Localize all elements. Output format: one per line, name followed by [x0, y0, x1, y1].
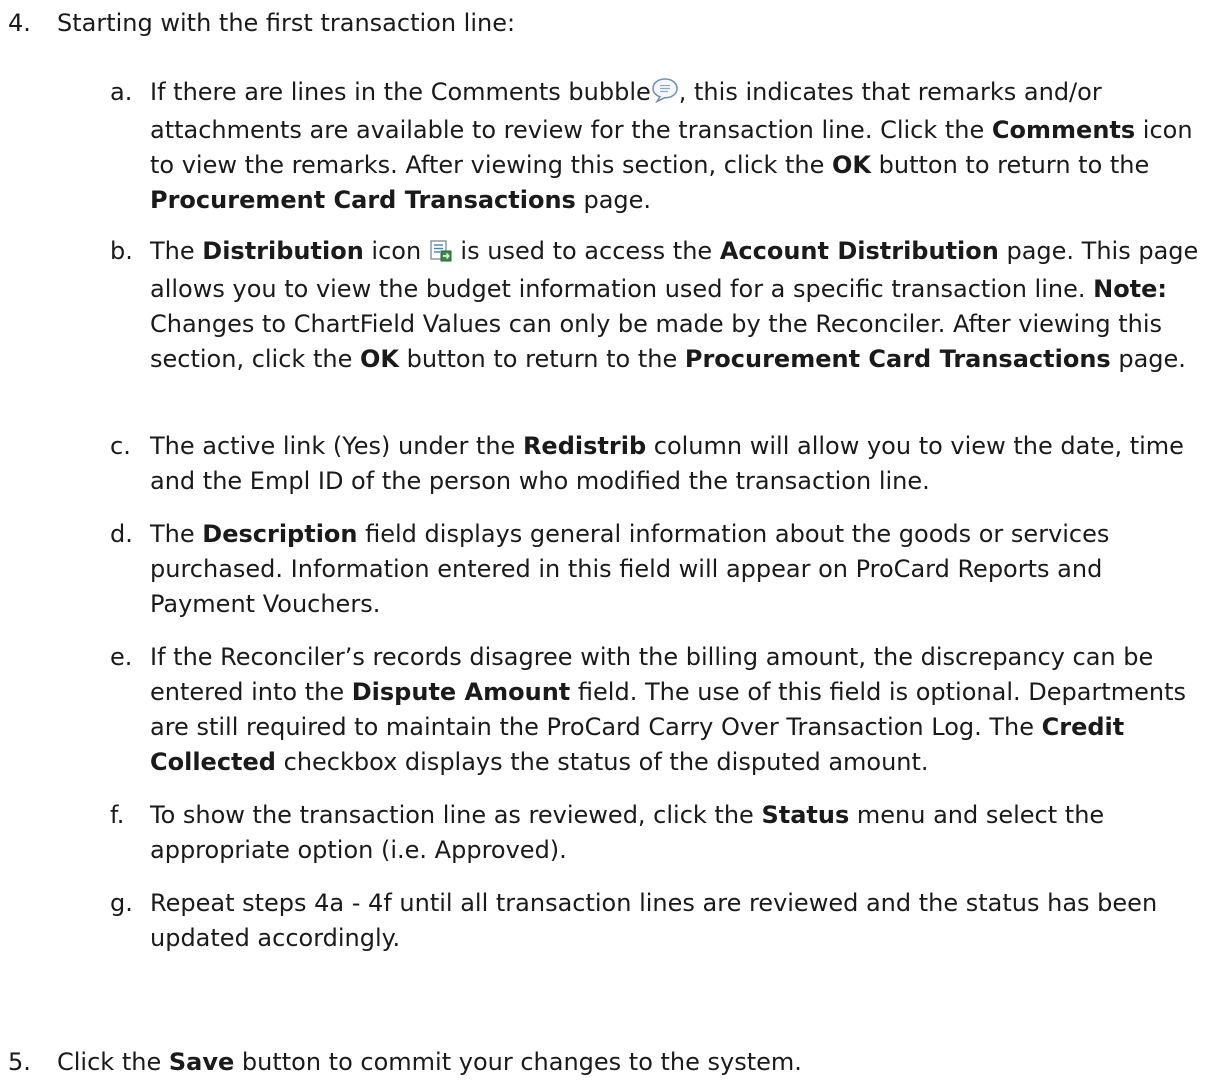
substep-d: d. The Description field displays genera…: [110, 517, 1200, 622]
substep-text: To show the transaction line as reviewed…: [150, 801, 1105, 864]
substep-e: e. If the Reconciler’s records disagree …: [110, 640, 1200, 780]
substep-letter: e.: [110, 643, 133, 671]
substep-a: a. If there are lines in the Comments bu…: [110, 75, 1200, 218]
substep-b: b. The Distribution icon is used to acce…: [110, 234, 1200, 377]
step-number: 5.: [8, 1048, 31, 1076]
substep-letter: c.: [110, 432, 131, 460]
substep-g: g. Repeat steps 4a - 4f until all transa…: [110, 886, 1200, 956]
distribution-icon: [429, 237, 453, 272]
substep-letter: a.: [110, 78, 133, 106]
step-number: 4.: [8, 9, 31, 37]
substep-text: The Distribution icon is used to access …: [150, 237, 1199, 373]
substep-c: c. The active link (Yes) under the Redis…: [110, 429, 1200, 499]
substep-letter: f.: [110, 801, 125, 829]
comments-icon: [651, 77, 679, 113]
substep-text: Repeat steps 4a - 4f until all transacti…: [150, 889, 1158, 952]
substep-text: The active link (Yes) under the Redistri…: [150, 432, 1184, 495]
substep-text: If there are lines in the Comments bubbl…: [150, 77, 1193, 214]
step-text: Starting with the first transaction line…: [57, 9, 516, 37]
substep-text: The Description field displays general i…: [150, 520, 1110, 618]
substep-letter: d.: [110, 520, 133, 548]
substep-f: f. To show the transaction line as revie…: [110, 798, 1200, 868]
substep-letter: b.: [110, 237, 133, 265]
step-text: Click the Save button to commit your cha…: [57, 1048, 802, 1076]
document-page: 4. Starting with the first transaction l…: [0, 0, 1208, 1085]
substep-text: If the Reconciler’s records disagree wit…: [150, 643, 1186, 776]
substep-letter: g.: [110, 889, 133, 917]
